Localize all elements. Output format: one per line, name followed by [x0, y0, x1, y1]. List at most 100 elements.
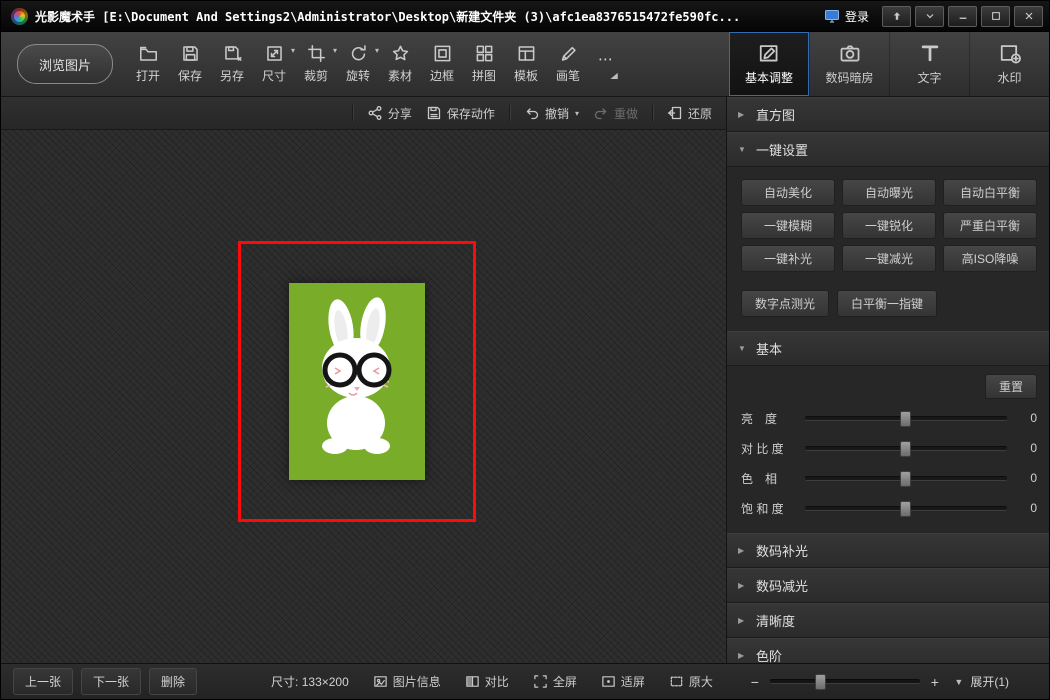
- save-button[interactable]: 保存: [169, 36, 211, 92]
- saturation-slider-row: 饱 和 度 0: [741, 493, 1037, 523]
- frame-icon: [433, 44, 452, 63]
- tab-digital-darkroom[interactable]: 数码暗房: [809, 32, 889, 96]
- onekey-dim-light-button[interactable]: 一键减光: [842, 245, 936, 272]
- menu-button[interactable]: [915, 6, 944, 27]
- auto-whitebalance-button[interactable]: 自动白平衡: [943, 179, 1037, 206]
- saturation-value: 0: [1017, 501, 1037, 515]
- border-button[interactable]: 边框: [421, 36, 463, 92]
- redo-label: 重做: [614, 105, 638, 122]
- next-image-button[interactable]: 下一张: [81, 668, 141, 695]
- digital-spot-metering-button[interactable]: 数字点测光: [741, 290, 829, 317]
- section-histogram[interactable]: ▶ 直方图: [727, 97, 1049, 132]
- compare-button[interactable]: 对比: [465, 673, 509, 690]
- section-basic[interactable]: ▼ 基本: [727, 331, 1049, 366]
- tool-label: 拼图: [472, 67, 496, 84]
- fit-screen-label: 适屏: [621, 673, 645, 690]
- section-digital-dim-light[interactable]: ▶ 数码减光: [727, 568, 1049, 603]
- tool-label: 尺寸: [262, 67, 286, 84]
- share-label: 分享: [388, 105, 412, 122]
- maximize-button[interactable]: [981, 6, 1010, 27]
- material-button[interactable]: 素材: [379, 36, 421, 92]
- hue-value: 0: [1017, 471, 1037, 485]
- fullscreen-button[interactable]: 全屏: [533, 673, 577, 690]
- compare-icon: [465, 674, 480, 689]
- high-iso-denoise-button[interactable]: 高ISO降噪: [943, 245, 1037, 272]
- image-canvas[interactable]: [1, 130, 726, 663]
- tab-watermark[interactable]: 水印: [969, 32, 1049, 96]
- reset-button[interactable]: 重置: [985, 374, 1037, 399]
- auto-beautify-button[interactable]: 自动美化: [741, 179, 835, 206]
- collage-button[interactable]: 拼图: [463, 36, 505, 92]
- slider-thumb[interactable]: [900, 471, 911, 487]
- fit-screen-button[interactable]: 适屏: [601, 673, 645, 690]
- auto-exposure-button[interactable]: 自动曝光: [842, 179, 936, 206]
- open-button[interactable]: 打开: [127, 36, 169, 92]
- section-title: 一键设置: [756, 140, 808, 159]
- delete-image-button[interactable]: 删除: [149, 668, 197, 695]
- save-action-button[interactable]: 保存动作: [426, 105, 495, 122]
- section-digital-fill-light[interactable]: ▶ 数码补光: [727, 533, 1049, 568]
- resize-button[interactable]: ▾ 尺寸: [253, 36, 295, 92]
- hue-slider-row: 色 相 0: [741, 463, 1037, 493]
- expand-button[interactable]: ▼ 展开(1): [954, 673, 1037, 690]
- contrast-slider[interactable]: [805, 446, 1007, 451]
- separator: [652, 105, 653, 121]
- hue-slider[interactable]: [805, 476, 1007, 481]
- tab-label: 基本调整: [745, 69, 793, 86]
- adjust-panel: ▶ 直方图 ▼ 一键设置 自动美化 自动曝光 自动白平衡 一键模糊 一键锐化 严…: [726, 97, 1049, 663]
- onekey-fill-light-button[interactable]: 一键补光: [741, 245, 835, 272]
- zoom-in-button[interactable]: +: [929, 674, 941, 690]
- save-icon: [181, 44, 200, 63]
- template-button[interactable]: 模板: [505, 36, 547, 92]
- section-levels[interactable]: ▶ 色阶: [727, 638, 1049, 663]
- saturation-slider[interactable]: [805, 506, 1007, 511]
- brush-button[interactable]: 画笔: [547, 36, 589, 92]
- separator: [509, 105, 510, 121]
- zoom-thumb[interactable]: [815, 674, 826, 690]
- onekey-blur-button[interactable]: 一键模糊: [741, 212, 835, 239]
- share-icon: [367, 105, 383, 121]
- previous-image-button[interactable]: 上一张: [13, 668, 73, 695]
- login-button[interactable]: 登录: [815, 6, 878, 27]
- expand-arrow-icon: ▼: [738, 344, 747, 353]
- section-onekey[interactable]: ▼ 一键设置: [727, 132, 1049, 167]
- share-button[interactable]: 分享: [367, 105, 412, 122]
- rotate-button[interactable]: ▾ 旋转: [337, 36, 379, 92]
- tab-basic-adjust[interactable]: 基本调整: [729, 32, 809, 96]
- slider-thumb[interactable]: [900, 441, 911, 457]
- undo-button[interactable]: 撤销 ▾: [524, 105, 579, 122]
- star-icon: [391, 44, 410, 63]
- tool-label: 保存: [178, 67, 202, 84]
- zoom-slider[interactable]: [770, 679, 920, 684]
- original-size-button[interactable]: 原大: [669, 673, 713, 690]
- save-as-button[interactable]: 另存: [211, 36, 253, 92]
- undo-dropdown-caret[interactable]: ▾: [575, 109, 579, 118]
- whitebalance-one-touch-button[interactable]: 白平衡一指键: [837, 290, 937, 317]
- slider-thumb[interactable]: [900, 411, 911, 427]
- tab-text[interactable]: 文字: [889, 32, 969, 96]
- slider-thumb[interactable]: [900, 501, 911, 517]
- contrast-slider-row: 对 比 度 0: [741, 433, 1037, 463]
- more-tools-button[interactable]: ⋯ ◢: [589, 36, 623, 92]
- close-button[interactable]: [1014, 6, 1043, 27]
- zoom-out-button[interactable]: −: [749, 674, 761, 690]
- tool-label: 边框: [430, 67, 454, 84]
- watermark-icon: [999, 42, 1021, 64]
- minimize-button[interactable]: [948, 6, 977, 27]
- image-info-button[interactable]: 图片信息: [373, 673, 441, 690]
- image-size-label: 尺寸: 133×200: [271, 673, 349, 690]
- zoom-control: − +: [749, 674, 941, 690]
- crop-button[interactable]: ▾ 裁剪: [295, 36, 337, 92]
- section-clarity[interactable]: ▶ 清晰度: [727, 603, 1049, 638]
- restore-button[interactable]: 还原: [667, 105, 712, 122]
- onekey-sharpen-button[interactable]: 一键锐化: [842, 212, 936, 239]
- brightness-slider[interactable]: [805, 416, 1007, 421]
- selection-rectangle[interactable]: [238, 241, 476, 522]
- template-icon: [517, 44, 536, 63]
- skin-button[interactable]: [882, 6, 911, 27]
- section-title: 基本: [756, 339, 782, 358]
- browse-images-button[interactable]: 浏览图片: [17, 44, 113, 84]
- severe-whitebalance-button[interactable]: 严重白平衡: [943, 212, 1037, 239]
- redo-button[interactable]: 重做: [593, 105, 638, 122]
- tool-label: 旋转: [346, 67, 370, 84]
